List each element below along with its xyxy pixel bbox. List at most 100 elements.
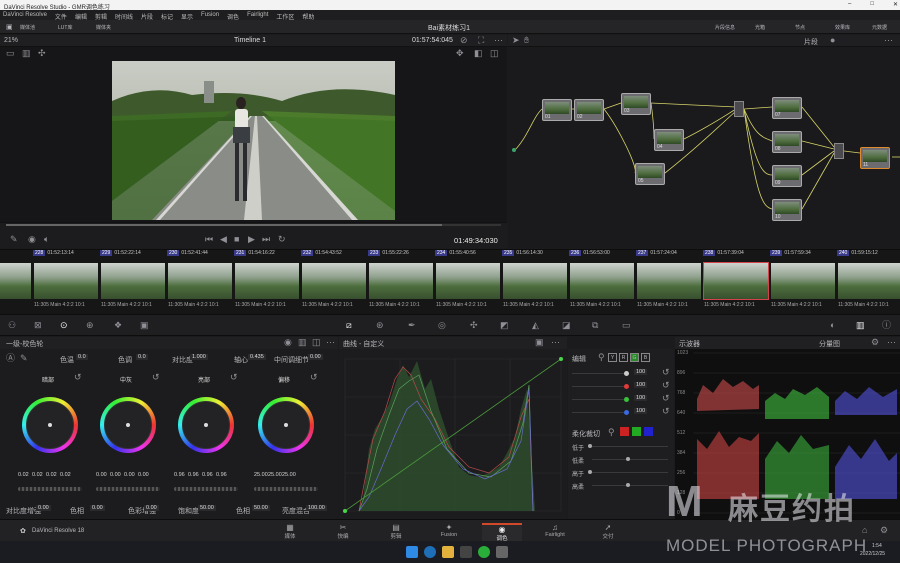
clip-thumbnail[interactable]: 229 01:52:22:14 11:305 Main 4:2:2 10:1: [100, 250, 166, 314]
channel-g[interactable]: G: [630, 353, 639, 362]
master-slider[interactable]: [174, 487, 238, 491]
highlight-icon[interactable]: ⊘: [460, 36, 468, 45]
hue2-value[interactable]: 50.00: [252, 505, 270, 511]
wheel-value[interactable]: 0.00: [138, 472, 152, 478]
node-options-icon[interactable]: ●: [830, 36, 835, 45]
softclip-knob[interactable]: [626, 483, 630, 487]
minimize-button[interactable]: –: [848, 1, 851, 8]
toolbar-right-4[interactable]: 效果库: [835, 24, 850, 31]
clip-thumbnail[interactable]: 233 01:55:22:26 11:305 Main 4:2:2 10:1: [368, 250, 434, 314]
split-icon[interactable]: ▥: [22, 49, 31, 58]
auto-balance-icon[interactable]: Ⓐ: [6, 354, 15, 363]
intensity-value[interactable]: 100: [634, 382, 648, 388]
clip-thumbnail[interactable]: 232 01:54:43:52 11:305 Main 4:2:2 10:1: [301, 250, 367, 314]
reset-icon[interactable]: ↺: [152, 373, 160, 382]
fullscreen-icon[interactable]: ⛶: [478, 36, 484, 45]
toolbar-left-1[interactable]: 媒体池: [20, 24, 35, 31]
wheel-value[interactable]: 0.02: [18, 472, 32, 478]
softclip-slider[interactable]: [592, 485, 668, 486]
more-icon[interactable]: ⋯: [887, 338, 896, 347]
color-wheel[interactable]: [258, 397, 314, 453]
softclip-slider[interactable]: [592, 459, 668, 460]
node-08[interactable]: 08: [772, 131, 802, 153]
master-slider[interactable]: [18, 487, 82, 491]
tracker-icon[interactable]: ✣: [470, 321, 478, 330]
blur-icon[interactable]: ◭: [532, 321, 539, 330]
channel-r[interactable]: R: [619, 353, 628, 362]
page-tab[interactable]: ◉ 调色: [482, 523, 522, 542]
reset-icon[interactable]: ↺: [662, 394, 670, 403]
wheel-value[interactable]: 0.96: [216, 472, 230, 478]
window-icon[interactable]: ◎: [438, 321, 446, 330]
stop-icon[interactable]: ■: [234, 235, 239, 244]
reset-icon[interactable]: ↺: [310, 373, 318, 382]
intensity-track[interactable]: [572, 373, 624, 374]
link-icon[interactable]: ⚲: [598, 353, 605, 362]
toolbar-left-2[interactable]: LUT库: [58, 24, 72, 31]
sat-value[interactable]: 50.00: [198, 505, 216, 511]
more-icon[interactable]: ⋯: [494, 36, 503, 45]
clip-thumbnail[interactable]: 235 01:56:14:30 11:305 Main 4:2:2 10:1: [502, 250, 568, 314]
reset-icon[interactable]: ↺: [662, 381, 670, 390]
color-warper-icon[interactable]: ⊛: [376, 321, 384, 330]
clip-thumbnail[interactable]: 236 01:56:53:00 11:305 Main 4:2:2 10:1: [569, 250, 635, 314]
keyframes-icon[interactable]: ◐: [830, 321, 835, 330]
hue-value[interactable]: 0.00: [90, 505, 105, 511]
toolbar-right-3[interactable]: 节点: [795, 24, 805, 31]
node-11[interactable]: 11: [860, 147, 890, 169]
wheel-value[interactable]: 0.00: [124, 472, 138, 478]
channel-b[interactable]: B: [641, 353, 650, 362]
pen-icon[interactable]: ✎: [10, 235, 18, 244]
wheel-value[interactable]: 0.02: [60, 472, 74, 478]
scope-mode[interactable]: 分量图: [819, 339, 840, 349]
hdr-wheels-icon[interactable]: ⊕: [86, 321, 94, 330]
start-icon[interactable]: [406, 546, 418, 558]
layout-icon[interactable]: ▭: [6, 49, 15, 58]
wheel-value[interactable]: 0.02: [46, 472, 60, 478]
curves-mode-icon[interactable]: ▣: [535, 338, 544, 347]
wheel-puck[interactable]: [284, 423, 288, 427]
page-tab[interactable]: ▤ 剪辑: [376, 523, 416, 540]
master-slider[interactable]: [254, 487, 318, 491]
toolbar-right-5[interactable]: 元数据: [872, 24, 887, 31]
clip-thumbnail[interactable]: 4:14 11:305 Main: [0, 250, 32, 314]
softclip-slider[interactable]: [592, 472, 668, 473]
node-09[interactable]: 09: [772, 165, 802, 187]
reset-icon[interactable]: ↺: [74, 373, 82, 382]
mode-icon[interactable]: ✥: [456, 49, 464, 58]
edge-icon[interactable]: [424, 546, 436, 558]
wheel-value[interactable]: 0.96: [188, 472, 202, 478]
clip-thumbnail[interactable]: 240 01:59:15:12 11:305 Main 4:2:2 10:1: [837, 250, 900, 314]
lm-value[interactable]: 100.00: [306, 505, 327, 511]
app-task-icon[interactable]: [496, 546, 508, 558]
softclip-knob[interactable]: [626, 457, 630, 461]
zoom-level[interactable]: 21%: [4, 37, 18, 44]
wheel-value[interactable]: 25.00: [254, 472, 268, 478]
media-pool-button[interactable]: ▣: [6, 23, 13, 31]
node-04[interactable]: 04: [654, 129, 684, 151]
color-wheel[interactable]: [22, 397, 78, 453]
curves-graph[interactable]: [339, 349, 567, 519]
curves-icon[interactable]: ⧄: [346, 321, 352, 330]
channel-y[interactable]: Y: [608, 353, 617, 362]
scope-settings-icon[interactable]: ⚙: [871, 338, 879, 347]
node-more-icon[interactable]: ⋯: [884, 36, 893, 45]
rgb-mixer-icon[interactable]: ❖: [114, 321, 122, 330]
scrubber-track[interactable]: [6, 224, 501, 226]
clip-thumbnail[interactable]: 238 01:57:39:04 11:305 Main 4:2:2 10:1: [703, 250, 769, 314]
intensity-track[interactable]: [572, 412, 624, 413]
parallel-mixer[interactable]: [734, 101, 744, 117]
clip-thumbnail[interactable]: 231 01:54:16:22 11:305 Main 4:2:2 10:1: [234, 250, 300, 314]
wheel-value[interactable]: 0.96: [174, 472, 188, 478]
softclip-knob[interactable]: [588, 444, 592, 448]
page-tab[interactable]: ✦ Fusion: [429, 523, 469, 538]
tint-value[interactable]: 0.0: [136, 354, 148, 360]
wheel-value[interactable]: 0.00: [96, 472, 110, 478]
toolbar-right-2[interactable]: 光箱: [755, 24, 765, 31]
color-boost-value[interactable]: 0.00: [144, 505, 159, 511]
page-tab[interactable]: ➚ 交付: [588, 523, 628, 540]
more-icon[interactable]: ⋯: [551, 338, 560, 347]
master-slider[interactable]: [96, 487, 160, 491]
link-icon[interactable]: ⚲: [608, 428, 615, 437]
toolbar-left-3[interactable]: 媒体夹: [96, 24, 111, 31]
